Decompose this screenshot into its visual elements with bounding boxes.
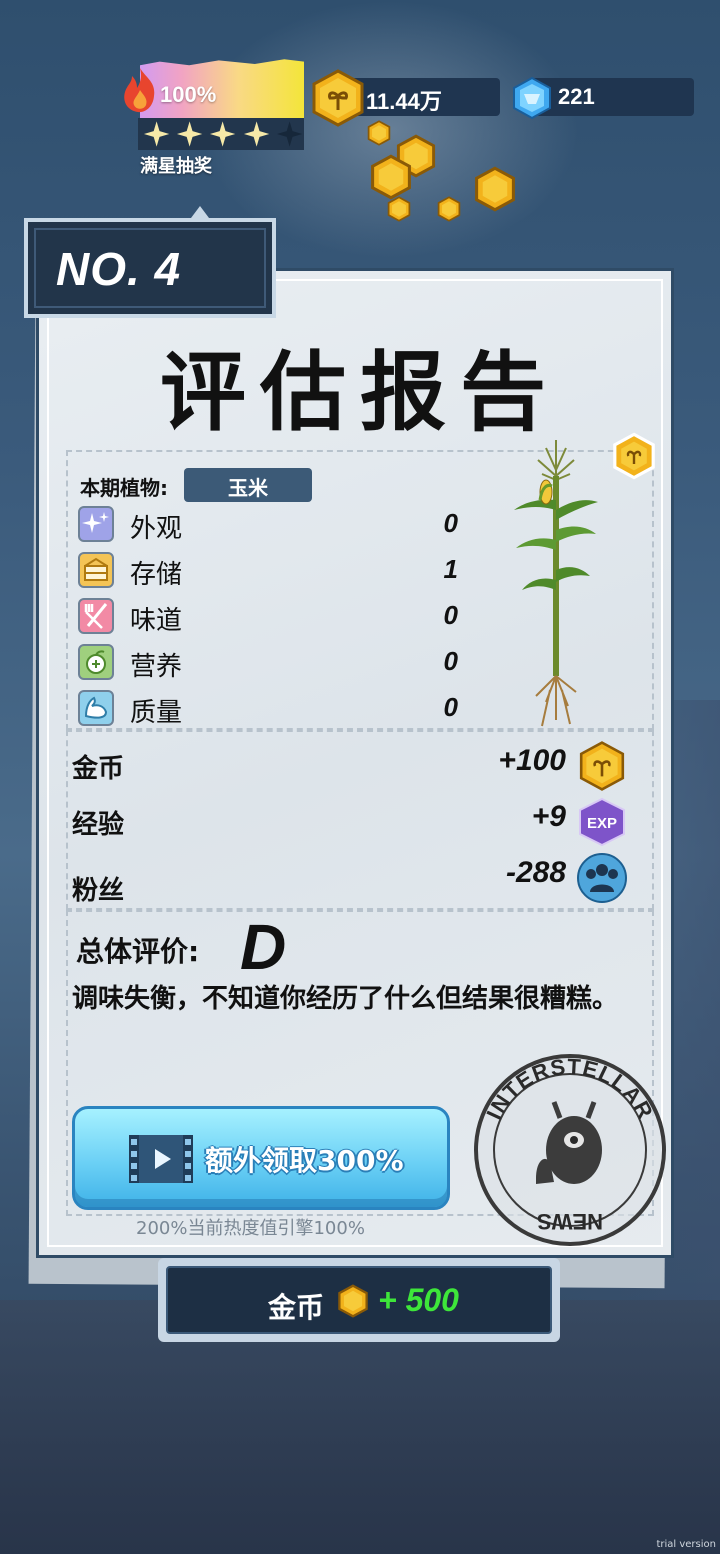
attribute-value: 0 bbox=[443, 600, 458, 630]
sparkle-icon bbox=[78, 506, 114, 542]
heat-percent: 100% bbox=[160, 82, 217, 107]
attribute-row-taste: 味道 0 bbox=[78, 598, 458, 636]
claim-coin-label: 金币 bbox=[268, 1291, 325, 1324]
claim-reward-button[interactable]: 金币 + 500 bbox=[158, 1258, 560, 1342]
star-filled-icon bbox=[210, 121, 236, 147]
star-filled-icon bbox=[177, 121, 203, 147]
attribute-label: 味道 bbox=[130, 606, 183, 636]
attribute-value: 0 bbox=[443, 508, 458, 538]
attribute-label: 质量 bbox=[130, 698, 183, 728]
fans-icon bbox=[577, 853, 627, 903]
coin-icon bbox=[312, 69, 364, 127]
report-number: NO. 4 bbox=[56, 243, 182, 295]
attribute-label: 存储 bbox=[130, 560, 183, 590]
reward-coin-label: 金币 bbox=[72, 754, 125, 784]
flying-coin-icon bbox=[367, 120, 391, 146]
storage-icon bbox=[78, 552, 114, 588]
utensils-icon bbox=[78, 598, 114, 634]
star-rating bbox=[138, 118, 304, 150]
attribute-value: 0 bbox=[443, 692, 458, 722]
watch-video-bonus-label: 额外领取300% bbox=[205, 1144, 404, 1177]
watch-video-bonus-button[interactable]: 额外领取300% bbox=[72, 1106, 450, 1210]
coin-badge-icon bbox=[613, 432, 655, 480]
attribute-row-quality: 质量 0 bbox=[78, 690, 458, 728]
claim-reward-panel: 金币 + 500 bbox=[166, 1266, 552, 1334]
exp-badge-text: EXP bbox=[587, 815, 617, 832]
star-filled-icon bbox=[143, 121, 170, 147]
video-icon bbox=[129, 1135, 193, 1183]
star-empty-icon bbox=[276, 121, 303, 147]
reward-row-fans: 粉丝 -288 bbox=[72, 852, 632, 906]
plant-label: 本期植物: bbox=[80, 476, 168, 500]
muscle-icon bbox=[78, 690, 114, 726]
fire-icon bbox=[124, 68, 155, 113]
coin-counter[interactable]: 11.44万 bbox=[350, 78, 500, 116]
trial-watermark: trial version bbox=[656, 1539, 716, 1550]
reward-fans-value: -288 bbox=[505, 856, 566, 889]
reward-exp-label: 经验 bbox=[72, 810, 125, 840]
reward-row-exp: 经验 +9 EXP bbox=[72, 796, 632, 847]
attribute-value: 1 bbox=[443, 554, 458, 584]
heat-bonus-hint: 200%当前热度值引擎100% bbox=[136, 1218, 365, 1239]
attribute-label: 营养 bbox=[130, 652, 183, 682]
reward-exp-value: +9 bbox=[531, 800, 566, 833]
reward-coin-value: +100 bbox=[498, 744, 566, 777]
gem-counter[interactable]: 221 bbox=[530, 78, 694, 116]
attribute-label: 外观 bbox=[130, 514, 183, 544]
reward-fans-label: 粉丝 bbox=[72, 876, 125, 906]
heat-meter[interactable]: 100% bbox=[140, 58, 304, 118]
tag-notch bbox=[188, 206, 212, 222]
flying-coin-icon bbox=[475, 166, 515, 212]
stamp-bottom-text: NEWS bbox=[537, 1209, 603, 1234]
reward-row-coin: 金币 +100 bbox=[72, 740, 632, 791]
exp-icon: EXP bbox=[579, 797, 625, 847]
plant-name: 玉米 bbox=[228, 476, 268, 500]
coin-icon bbox=[579, 741, 625, 791]
nutrition-icon bbox=[78, 644, 114, 680]
full-star-lottery-label[interactable]: 满星抽奖 bbox=[140, 152, 212, 178]
star-filled-icon bbox=[243, 121, 269, 147]
flying-coin-icon bbox=[437, 196, 461, 222]
coin-amount: 11.44万 bbox=[366, 89, 442, 114]
flying-coin-icon bbox=[387, 196, 411, 222]
claim-coin-value: + 500 bbox=[378, 1282, 459, 1318]
report-number-tag: NO. 4 bbox=[24, 206, 276, 318]
attribute-row-storage: 存储 1 bbox=[78, 552, 458, 590]
overall-rating-label: 总体评价: bbox=[76, 935, 200, 968]
flying-coin-icon bbox=[371, 154, 411, 200]
evaluation-comment: 调味失衡，不知道你经历了什么但结果很糟糕。 bbox=[72, 984, 619, 1014]
overall-grade: D bbox=[240, 911, 287, 983]
attribute-row-nutrition: 营养 0 bbox=[78, 644, 458, 682]
gem-amount: 221 bbox=[558, 84, 595, 109]
corn-plant-image bbox=[514, 440, 598, 727]
attribute-value: 0 bbox=[443, 646, 458, 676]
report-title: 评估报告 bbox=[160, 343, 560, 443]
coin-icon bbox=[338, 1284, 368, 1318]
attribute-row-appearance: 外观 0 bbox=[78, 506, 458, 544]
gem-icon bbox=[513, 76, 551, 120]
interstellar-news-stamp: INTERSTELLAR NEWS bbox=[474, 1054, 666, 1246]
